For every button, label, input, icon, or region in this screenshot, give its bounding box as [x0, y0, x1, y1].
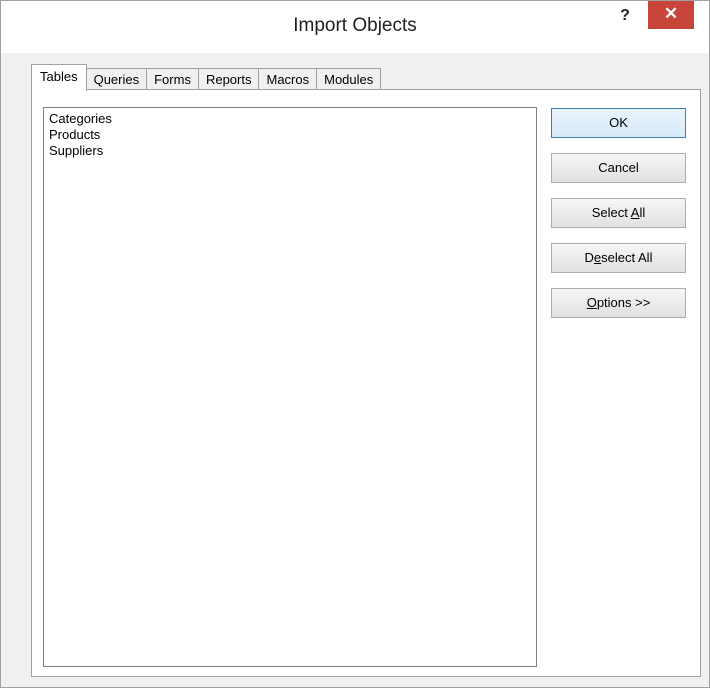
import-objects-dialog: Import Objects ? ✕ Tables Queries Forms … [0, 0, 710, 688]
objects-listbox[interactable]: Categories Products Suppliers [43, 107, 537, 667]
list-item[interactable]: Suppliers [44, 143, 536, 159]
tab-macros[interactable]: Macros [258, 68, 318, 91]
tab-reports[interactable]: Reports [197, 68, 260, 91]
tables-tab-panel: Categories Products Suppliers OK Cancel … [31, 89, 701, 677]
object-type-tabs: Tables Queries Forms Reports Macros Modu… [31, 64, 382, 91]
ok-button[interactable]: OK [551, 108, 686, 138]
help-icon[interactable]: ? [612, 7, 638, 29]
close-icon[interactable]: ✕ [648, 1, 694, 29]
dialog-body: Tables Queries Forms Reports Macros Modu… [9, 53, 701, 681]
cancel-button[interactable]: Cancel [551, 153, 686, 183]
tab-modules[interactable]: Modules [316, 68, 382, 91]
tab-forms[interactable]: Forms [146, 68, 199, 91]
list-item[interactable]: Products [44, 127, 536, 143]
title-bar: Import Objects ? ✕ [1, 1, 709, 53]
tab-queries[interactable]: Queries [85, 68, 148, 91]
deselect-all-label-end: select All [601, 250, 653, 265]
tab-tables[interactable]: Tables [31, 64, 87, 91]
options-label-end: ptions >> [596, 295, 651, 310]
options-button[interactable]: Options >> [551, 288, 686, 318]
deselect-all-label-start: D [584, 250, 594, 265]
select-all-label-start: Select [591, 205, 631, 220]
deselect-all-button[interactable]: Deselect All [551, 243, 686, 273]
select-all-label-end: ll [639, 205, 646, 220]
select-all-button[interactable]: Select All [551, 198, 686, 228]
options-access-key: O [586, 295, 597, 310]
dialog-title: Import Objects [293, 15, 417, 36]
list-item[interactable]: Categories [44, 111, 536, 127]
